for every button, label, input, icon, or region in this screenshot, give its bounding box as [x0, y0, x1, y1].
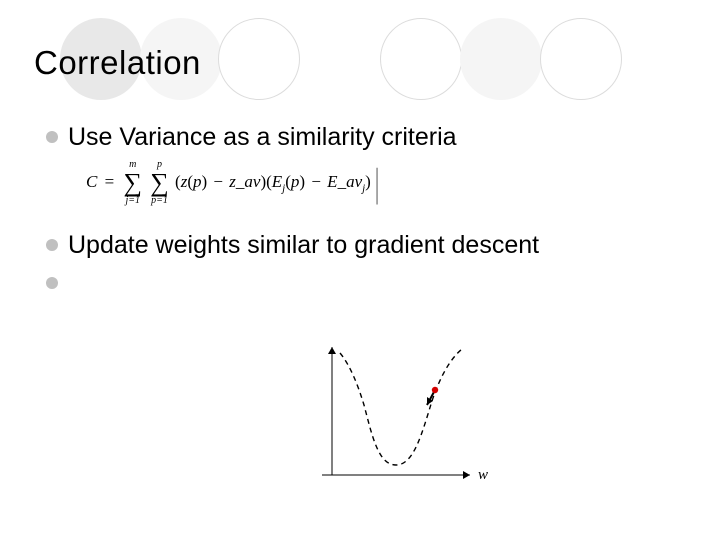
abs-bar-icon: | [376, 163, 379, 203]
bullet-dot-icon [46, 131, 58, 143]
f-z2: z [229, 172, 236, 191]
sum1-lower: j=1 [123, 196, 142, 206]
slide-title: Correlation [34, 44, 201, 82]
f-av1: av [244, 172, 260, 191]
summation-2: p ∑ p=1 [150, 160, 169, 206]
bullet-dot-icon [46, 277, 58, 289]
gradient-descent-diagram: w [300, 335, 495, 505]
f-av2: av [346, 172, 362, 191]
deco-circle [218, 18, 300, 100]
formula-eq: = [102, 172, 118, 191]
deco-circle [540, 18, 622, 100]
formula: C = m ∑ j=1 p ∑ p=1 (z(p) − z_av)(Ej(p) … [86, 172, 381, 191]
bullet-list: Use Variance as a similarity criteria C … [46, 122, 666, 297]
formula-lhs: C [86, 172, 97, 191]
bullet-item: Use Variance as a similarity criteria [46, 122, 666, 152]
deco-circle [460, 18, 542, 100]
sigma-icon: ∑ [150, 170, 169, 196]
f-E2: E [327, 172, 337, 191]
bullet-text: Update weights similar to gradient desce… [68, 230, 539, 260]
sigma-icon: ∑ [123, 170, 142, 196]
summation-1: m ∑ j=1 [123, 160, 142, 206]
f-E1: E [272, 172, 282, 191]
bullet-item-empty [46, 268, 666, 289]
w-axis-label: w [478, 467, 488, 483]
bullet-text: Use Variance as a similarity criteria [68, 122, 457, 152]
formula-block: C = m ∑ j=1 p ∑ p=1 (z(p) − z_av)(Ej(p) … [86, 160, 666, 206]
sum2-lower: p=1 [150, 196, 169, 206]
bullet-item: Update weights similar to gradient desce… [46, 230, 666, 260]
deco-circle [380, 18, 462, 100]
f-p1: p [193, 172, 202, 191]
bullet-dot-icon [46, 239, 58, 251]
